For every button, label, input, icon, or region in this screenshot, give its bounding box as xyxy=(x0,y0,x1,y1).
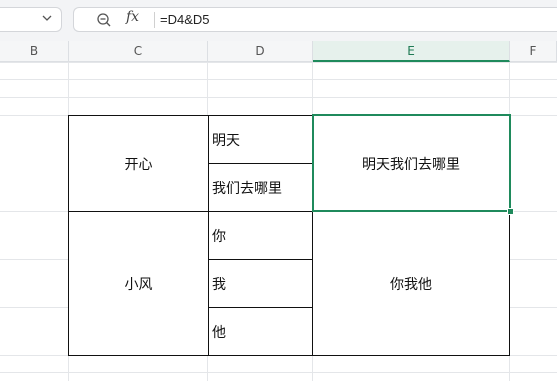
gridline xyxy=(0,372,557,373)
cell-d4[interactable]: 明天 xyxy=(208,115,313,164)
chevron-down-icon[interactable] xyxy=(40,11,54,25)
cell-e-merged-top[interactable]: 明天我们去哪里 xyxy=(312,115,510,212)
cell-c-merged-bottom[interactable]: 小风 xyxy=(68,211,209,356)
column-header-c[interactable]: C xyxy=(69,41,208,62)
formula-input[interactable]: =D4&D5 xyxy=(160,10,210,30)
cell-c-merged-top[interactable]: 开心 xyxy=(68,115,209,212)
cell-d7[interactable]: 我 xyxy=(208,259,313,308)
spreadsheet-grid[interactable]: 开心 小风 明天 我们去哪里 你 我 他 明天我们去哪里 你我他 xyxy=(0,62,557,381)
gridline xyxy=(0,62,557,63)
formula-separator xyxy=(154,12,155,28)
cell-d8[interactable]: 他 xyxy=(208,307,313,356)
formula-bar[interactable]: fx =D4&D5 xyxy=(73,7,557,32)
column-header-e[interactable]: E xyxy=(313,41,510,62)
name-box[interactable] xyxy=(0,7,62,32)
column-header-f[interactable]: F xyxy=(510,41,557,62)
cell-d5[interactable]: 我们去哪里 xyxy=(208,163,313,212)
fx-icon[interactable]: fx xyxy=(126,9,146,29)
fill-handle[interactable] xyxy=(507,208,514,215)
formula-toolbar: fx =D4&D5 xyxy=(0,0,557,41)
cell-e-merged-bottom[interactable]: 你我他 xyxy=(312,211,510,356)
gridline xyxy=(0,97,557,98)
gridline xyxy=(0,79,557,80)
column-header-b[interactable]: B xyxy=(0,41,69,62)
column-header-d[interactable]: D xyxy=(208,41,313,62)
cell-d6[interactable]: 你 xyxy=(208,211,313,260)
zoom-out-icon[interactable] xyxy=(96,12,112,28)
